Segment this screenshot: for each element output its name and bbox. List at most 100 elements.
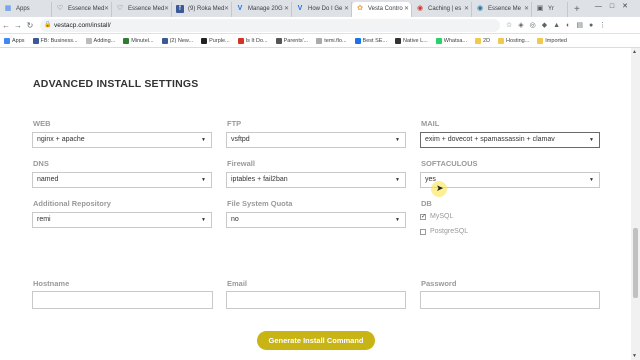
profile-icon[interactable]: ● (589, 22, 593, 29)
extension-icon[interactable]: ◎ (530, 21, 536, 29)
tab-howdo[interactable]: V How Do I Ge ✕ (292, 2, 352, 17)
scrollbar-thumb[interactable] (633, 228, 638, 298)
mail-label: MAIL (421, 119, 440, 128)
page-icon (395, 37, 402, 44)
section-title: ADVANCED INSTALL SETTINGS (33, 78, 199, 90)
chevron-down-icon: ▼ (589, 177, 594, 183)
mail-select-value: exim + dovecot + spamassassin + clamav (425, 136, 555, 143)
bookmark-item[interactable]: FB: Business... (32, 37, 78, 44)
tab-essence-2[interactable]: ♡ Essence Med ✕ (112, 2, 172, 17)
tab-label: How Do I Ge (308, 6, 343, 12)
address-bar[interactable]: 🔒 vestacp.com/install/ (40, 18, 500, 32)
dns-select[interactable]: named ▼ (32, 172, 212, 188)
back-icon[interactable]: ← (0, 21, 12, 30)
generate-install-command-button[interactable]: Generate Install Command (257, 331, 375, 350)
wp-icon: ◉ (476, 5, 484, 12)
chevron-down-icon: ▼ (201, 217, 206, 223)
page-icon (201, 37, 208, 44)
postgresql-label: PostgreSQL (430, 228, 469, 235)
forward-icon[interactable]: → (12, 21, 24, 30)
scroll-up-icon[interactable]: ▲ (632, 49, 637, 55)
close-tab-icon[interactable]: ✕ (404, 2, 409, 17)
bookmark-item[interactable]: Apps (4, 37, 25, 44)
bookmark-item[interactable]: Imported (537, 37, 567, 44)
bookmark-item[interactable]: Purple... (201, 37, 230, 44)
close-tab-icon[interactable]: ✕ (224, 2, 229, 17)
firewall-select[interactable]: iptables + fail2ban ▼ (226, 172, 406, 188)
browser-toolbar: ← → ↻ 🔒 vestacp.com/install/ ☆ ◈ ◎ ◆ ▲ ◐… (0, 17, 640, 34)
close-tab-icon[interactable]: ✕ (464, 2, 469, 17)
bookmark-item[interactable]: Minutel... (123, 37, 154, 44)
bookmark-item[interactable]: Parents'... (275, 37, 308, 44)
tab-icon: ▣ (536, 5, 544, 12)
checkbox-icon (420, 228, 426, 235)
close-tab-icon[interactable]: ✕ (104, 2, 109, 17)
page-icon (123, 37, 130, 44)
page-icon (316, 37, 323, 44)
repo-select[interactable]: remi ▼ (32, 212, 212, 228)
bookmark-item[interactable]: Best SE... (354, 37, 387, 44)
page-icon (354, 37, 361, 44)
bookmark-item[interactable]: Hosting... (498, 37, 529, 44)
bookmark-item[interactable]: Is It Do... (237, 37, 268, 44)
tab-label: Essence Med (128, 6, 165, 12)
tab-yr[interactable]: ▣ Yr (532, 2, 568, 17)
tab-label: Essence Me (488, 6, 522, 12)
chevron-down-icon: ▼ (201, 137, 206, 143)
page-icon (237, 37, 244, 44)
bookmark-item[interactable]: Native L... (395, 37, 428, 44)
quota-select[interactable]: no ▼ (226, 212, 406, 228)
mail-select[interactable]: exim + dovecot + spamassassin + clamav ▼ (420, 132, 600, 148)
close-tab-icon[interactable]: ✕ (344, 2, 349, 17)
tab-label: Vesta Contro (368, 6, 403, 12)
tab-caching[interactable]: ◉ Caching | es ✕ (412, 2, 472, 17)
tab-label: (9) Roka Med (188, 6, 225, 12)
password-input[interactable] (420, 291, 600, 309)
bookmark-item[interactable]: (2) New... (161, 37, 193, 44)
ftp-label: FTP (227, 119, 242, 128)
facebook-icon: f (176, 5, 184, 13)
web-select[interactable]: nginx + apache ▼ (32, 132, 212, 148)
tab-apps[interactable]: ▦ Apps (0, 2, 52, 17)
new-tab-button[interactable]: + (568, 2, 586, 17)
close-tab-icon[interactable]: ✕ (284, 2, 289, 17)
window-controls[interactable]: —□✕ (595, 2, 636, 10)
bookmark-item[interactable]: Whatsa... (435, 37, 467, 44)
page-icon (435, 37, 442, 44)
ftp-select[interactable]: vsftpd ▼ (226, 132, 406, 148)
extension-icon[interactable]: ◆ (542, 21, 547, 29)
extension-icon[interactable]: ◈ (518, 21, 523, 29)
bookmark-item[interactable]: 2D (475, 37, 490, 44)
db-label: DB (421, 199, 432, 208)
softaculous-select[interactable]: yes ▼ (420, 172, 600, 188)
extension-icon[interactable]: ▤ (576, 21, 583, 29)
tab-manage[interactable]: V Manage 20G ✕ (232, 2, 292, 17)
hostname-input[interactable] (32, 291, 213, 309)
scroll-down-icon[interactable]: ▼ (632, 353, 637, 359)
checkmark-icon: ✓ (420, 213, 427, 220)
tab-essence-3[interactable]: ◉ Essence Me ✕ (472, 2, 532, 17)
star-icon[interactable]: ☆ (506, 21, 512, 29)
menu-icon[interactable]: ⋮ (599, 21, 606, 29)
repo-label: Additional Repository (33, 199, 111, 208)
extension-icon[interactable]: ◐ (566, 22, 570, 29)
page-scrollbar[interactable]: ▲ ▼ (631, 48, 640, 360)
mysql-checkbox[interactable]: ✓ MySQL (420, 213, 453, 220)
dns-label: DNS (33, 159, 49, 168)
postgresql-checkbox[interactable]: PostgreSQL (420, 228, 468, 235)
quota-label: File System Quota (227, 199, 293, 208)
web-select-value: nginx + apache (37, 136, 85, 143)
bookmark-item[interactable]: Adding... (85, 37, 115, 44)
close-tab-icon[interactable]: ✕ (524, 2, 529, 17)
reload-icon[interactable]: ↻ (24, 21, 36, 30)
chevron-down-icon: ▼ (395, 217, 400, 223)
email-input[interactable] (226, 291, 406, 309)
tab-vesta[interactable]: ✿ Vesta Contro ✕ (352, 2, 412, 17)
extension-icon[interactable]: ▲ (553, 22, 560, 29)
firewall-label: Firewall (227, 159, 255, 168)
bookmark-item[interactable]: temi.flo... (316, 37, 347, 44)
tab-essence-1[interactable]: ♡ Essence Med ✕ (52, 2, 112, 17)
close-tab-icon[interactable]: ✕ (164, 2, 169, 17)
tab-facebook[interactable]: f (9) Roka Med ✕ (172, 2, 232, 17)
email-label: Email (227, 279, 248, 288)
